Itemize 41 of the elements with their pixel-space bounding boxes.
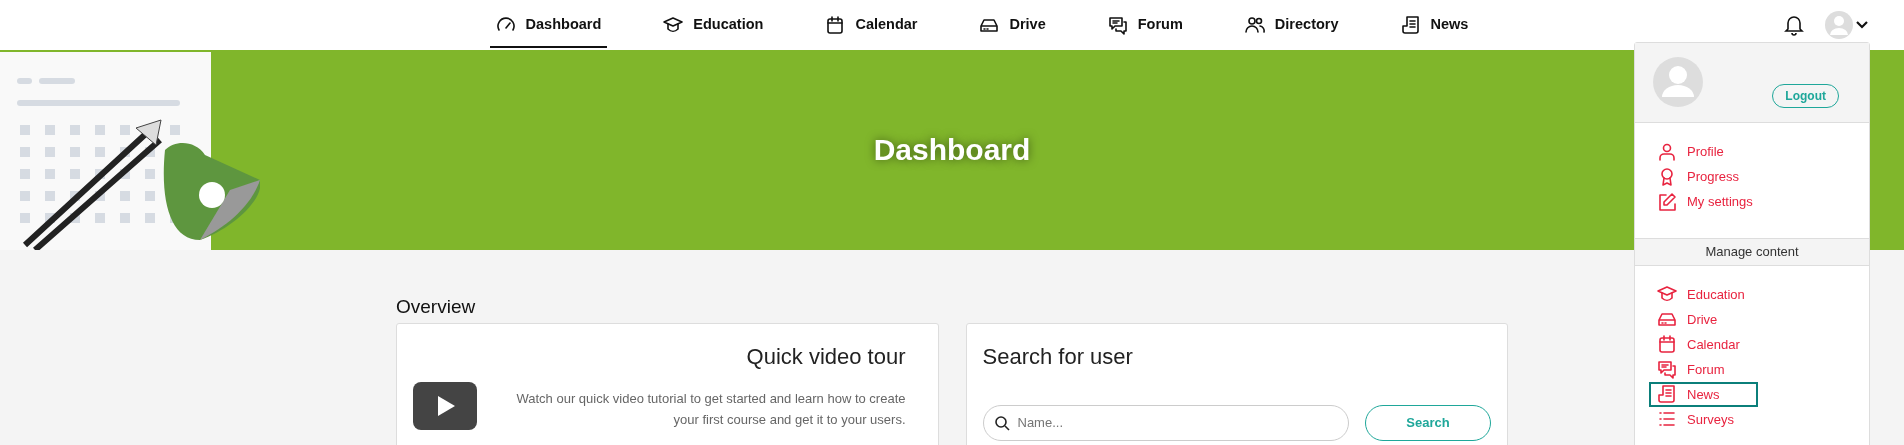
nav-tab[interactable]: Directory [1238,2,1345,48]
chat-icon [1107,15,1128,35]
person-icon [1657,141,1677,162]
section-title: Overview [396,296,477,319]
nav-tab[interactable]: Drive [973,2,1052,48]
nav-tab[interactable]: Dashboard [489,2,608,48]
menu-item[interactable]: Forum [1649,356,1733,382]
avatar-dropdown[interactable] [1824,10,1870,40]
menu-item[interactable]: My settings [1649,189,1761,214]
menu-item[interactable]: Calendar [1649,331,1748,357]
menu-item[interactable]: Drive [1649,306,1726,332]
nav-tab[interactable]: Education [657,2,770,48]
menu-section-title: Manage content [1635,238,1869,266]
play-icon[interactable] [413,381,477,430]
nav-tab[interactable]: Forum [1101,2,1189,48]
people-icon [1244,15,1265,35]
search-field[interactable]: Name... [982,404,1349,441]
calendar-icon [1657,334,1677,354]
menu-item[interactable]: Progress [1649,164,1748,189]
search-button[interactable]: Search [1365,404,1491,441]
list-icon [1657,409,1677,429]
chat-icon [1657,359,1677,379]
menu-item[interactable]: Education [1649,281,1753,307]
search-icon [994,415,1010,431]
newspaper-icon [1400,15,1421,35]
newspaper-icon [1657,384,1677,404]
card-title: Search for user [982,342,1134,371]
nav-tab[interactable]: Calendar [819,2,924,48]
avatar-icon [1653,57,1703,107]
graduation-cap-icon [663,15,684,35]
nav-tab[interactable]: News [1394,2,1475,48]
graduation-cap-icon [1657,284,1677,304]
card-title: Quick video tour [745,342,906,371]
page-title: Dashboard [873,132,1031,168]
menu-item[interactable]: News [1649,381,1758,407]
card-text: Watch our quick video tutorial to get started and learn how to create your first course and get it to your users. [515,389,906,429]
menu-item[interactable]: Surveys [1649,406,1742,432]
menu-item[interactable]: Profile [1649,139,1732,164]
bell-icon[interactable] [1784,14,1804,36]
edit-icon [1657,191,1677,212]
calendar-icon [825,15,846,35]
